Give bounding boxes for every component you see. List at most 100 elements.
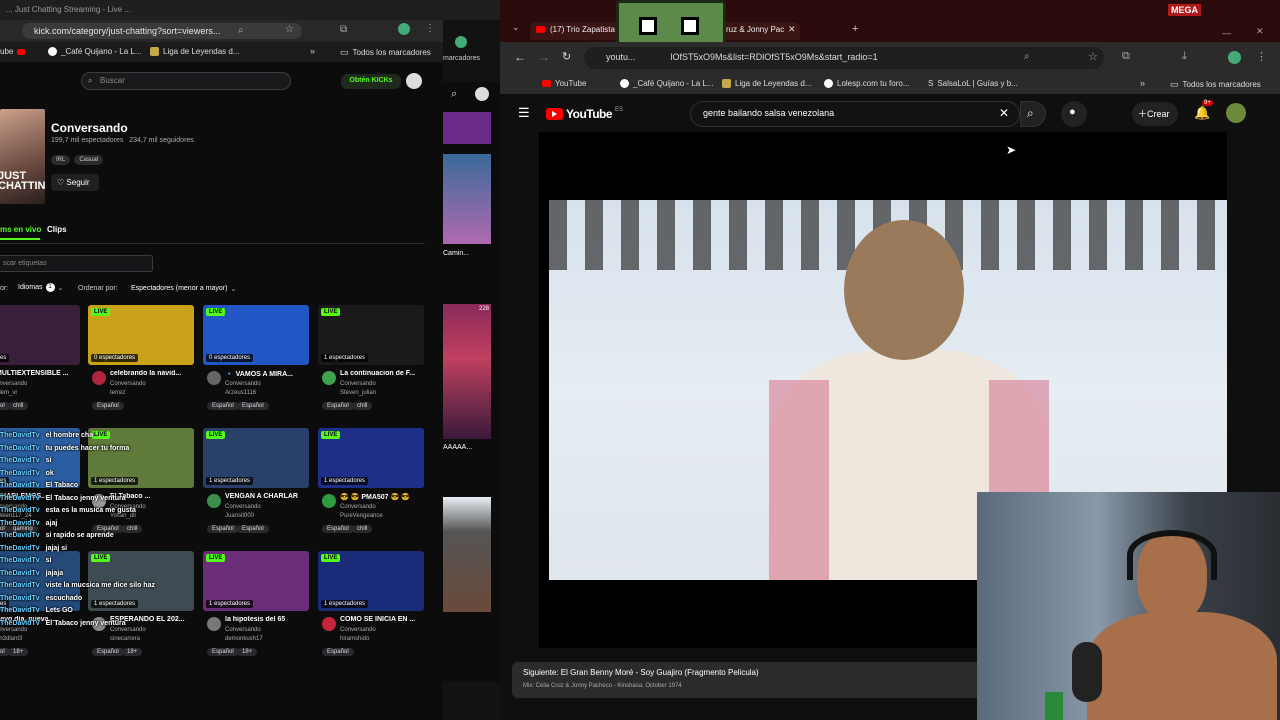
stream-tag-chip[interactable]: Español (207, 648, 239, 656)
stream-tag-chip[interactable]: Español (322, 525, 354, 533)
more-bookmarks-icon[interactable]: » (310, 46, 315, 56)
tab-search-icon[interactable]: ⌄ (512, 22, 520, 33)
back-icon[interactable]: ← (514, 50, 526, 64)
stream-category[interactable]: Conversando (225, 504, 261, 510)
next-video-box[interactable]: Siguiente: El Gran Benny Moré - Soy Guaj… (512, 662, 982, 698)
notifications-button[interactable]: 🔔 9+ (1194, 100, 1213, 122)
streamer-avatar[interactable] (207, 371, 221, 385)
star-icon[interactable]: ☆ (285, 24, 294, 35)
tab-live-streams[interactable]: ms en vivo (0, 225, 41, 234)
stream-title[interactable]: VENGAN A CHARLAR (225, 493, 309, 500)
search-icon[interactable]: ⌕ (451, 88, 457, 101)
bookmark-liga-leyendas[interactable]: Liga de Leyendas d... (722, 79, 812, 88)
stream-category[interactable]: Conversando (225, 627, 261, 633)
stream-thumbnail[interactable]: LIVE 1 espectadores (203, 428, 309, 488)
streamer-name[interactable]: Juansit000 (225, 513, 254, 519)
stream-tag-chip[interactable]: Español (322, 648, 354, 656)
stream-tag-chip[interactable]: Español (207, 402, 239, 410)
mid-thumb-1[interactable] (443, 112, 491, 144)
zoom-icon[interactable]: ⌕ (1024, 51, 1030, 62)
star-icon[interactable]: ☆ (1088, 50, 1098, 63)
avatar[interactable] (475, 87, 489, 101)
stream-tag-chip[interactable]: Español (322, 402, 354, 410)
stream-tag-chip[interactable]: chill (352, 402, 373, 410)
stream-tag-chip[interactable]: Español (207, 525, 239, 533)
streamer-avatar[interactable] (207, 617, 221, 631)
stream-category[interactable]: Conversando (340, 504, 376, 510)
bookmark-youtube[interactable]: YouTube (542, 79, 586, 88)
youtube-search-button[interactable]: ⌕ (1020, 101, 1046, 127)
profile-avatar[interactable] (1228, 51, 1241, 64)
extensions-icon[interactable]: ⧉ (1122, 50, 1130, 63)
stream-thumbnail[interactable]: LIVE 0 espectadores (203, 305, 309, 365)
streamer-name[interactable]: Steven_julian (340, 390, 376, 396)
stream-thumbnail[interactable]: LIVE 0 espectadores (88, 305, 194, 365)
close-window-icon[interactable]: ✕ (1256, 26, 1264, 37)
streamer-name[interactable]: hiramshido (340, 636, 369, 642)
youtube-logo[interactable]: YouTube ES (546, 107, 623, 121)
voice-search-button[interactable]: ● (1061, 101, 1087, 127)
stream-category[interactable]: Conversando (340, 627, 376, 633)
forward-icon[interactable]: → (538, 50, 550, 64)
stream-thumbnail[interactable]: LIVE 1 espectadores (203, 551, 309, 611)
stream-thumbnail[interactable]: LIVE 1 espectadores (318, 305, 424, 365)
stream-title[interactable]: La continuacion de F... (340, 370, 424, 377)
bookmark-all[interactable]: ▭ Todos los marcadores (1170, 79, 1261, 90)
bookmark-cafe-quijano[interactable]: _Café Quijano - La L... (620, 79, 714, 88)
mid-profile-avatar[interactable] (455, 36, 467, 48)
stream-thumbnail[interactable]: LIVE 1 espectadores (318, 428, 424, 488)
close-icon[interactable]: ✕ (999, 106, 1009, 120)
order-dropdown[interactable]: Espectadores (menor a mayor) ⌄ (131, 285, 236, 293)
streamer-name[interactable]: demonkush17 (225, 636, 263, 642)
streamer-avatar[interactable] (322, 371, 336, 385)
bookmark-liga-leyendas[interactable]: Liga de Leyendas d... (150, 47, 240, 56)
stream-thumbnail[interactable]: LIVE ectadores (0, 305, 80, 365)
stream-category[interactable]: Conversando (225, 381, 261, 387)
download-icon[interactable]: ⤓ (1182, 50, 1187, 63)
mega-icon[interactable]: MEGA (1168, 4, 1201, 16)
stream-title[interactable]: 🔹 VAMOS A MIRA... (225, 370, 309, 378)
user-avatar[interactable] (406, 73, 422, 89)
stream-title[interactable]: la hipotesis del 65 (225, 616, 309, 623)
stream-title[interactable]: 😎 😎 PMA507 😎 😎 (340, 493, 424, 501)
menu-icon[interactable]: ☰ (518, 105, 530, 121)
languages-dropdown[interactable]: Idiomas 1 ⌄ (18, 283, 63, 292)
stream-tag-chip[interactable]: 18+ (237, 648, 258, 656)
tag-filter-input[interactable]: scar etiquetas (0, 255, 153, 272)
stream-tag-chip[interactable]: Español (237, 402, 269, 410)
get-kicks-button[interactable]: Obtén KICKs (341, 74, 401, 89)
kebab-menu-icon[interactable]: ⋮ (425, 23, 435, 34)
left-omnibox[interactable]: kick.com/category/just-chatting?sort=vie… (22, 23, 302, 39)
more-bookmarks-icon[interactable]: » (1140, 78, 1145, 88)
stream-category[interactable]: Conversando (110, 381, 146, 387)
streamer-avatar[interactable] (207, 494, 221, 508)
mid-thumb-2[interactable] (443, 154, 491, 244)
new-tab-icon[interactable]: + (852, 23, 858, 35)
reload-icon[interactable]: ↻ (562, 50, 571, 63)
streamer-name[interactable]: olem_vr (0, 390, 17, 396)
stream-thumbnail[interactable]: LIVE 1 espectadores (318, 551, 424, 611)
minimize-icon[interactable]: — (1222, 28, 1231, 38)
extensions-icon[interactable]: ⧉ (340, 24, 347, 35)
bookmark-all[interactable]: ▭ Todos los marcadores (340, 47, 431, 58)
left-tab-title[interactable]: ... Just Chatting Streaming - Live ... (6, 5, 156, 14)
stream-title[interactable]: MULTIEXTENSIBLE ... (0, 370, 80, 377)
tag-irl[interactable]: IRL (51, 155, 71, 165)
youtube-avatar[interactable] (1226, 103, 1246, 123)
stream-title[interactable]: celebrando la navid... (110, 370, 194, 377)
streamer-name[interactable]: terrez (110, 390, 125, 396)
bookmark-lolesp[interactable]: Lolesp.com tu foro... (824, 79, 909, 88)
profile-avatar[interactable] (398, 23, 410, 35)
follow-button[interactable]: ♡ Seguir (51, 174, 99, 191)
youtube-search-input[interactable]: gente bailando salsa venezolana ✕ (690, 101, 1020, 127)
stream-tag-chip[interactable]: Español (92, 402, 124, 410)
stream-tag-chip[interactable]: Español (237, 525, 269, 533)
tab-clips[interactable]: Clips (47, 225, 67, 234)
streamer-avatar[interactable] (322, 617, 336, 631)
streamer-avatar[interactable] (92, 371, 106, 385)
stream-tag-chip[interactable]: chill (8, 402, 29, 410)
tag-casual[interactable]: Casual (74, 155, 104, 165)
stream-category[interactable]: onversando (0, 381, 27, 387)
streamer-name[interactable]: PureVengeance (340, 513, 383, 519)
kebab-menu-icon[interactable]: ⋮ (1256, 50, 1267, 63)
